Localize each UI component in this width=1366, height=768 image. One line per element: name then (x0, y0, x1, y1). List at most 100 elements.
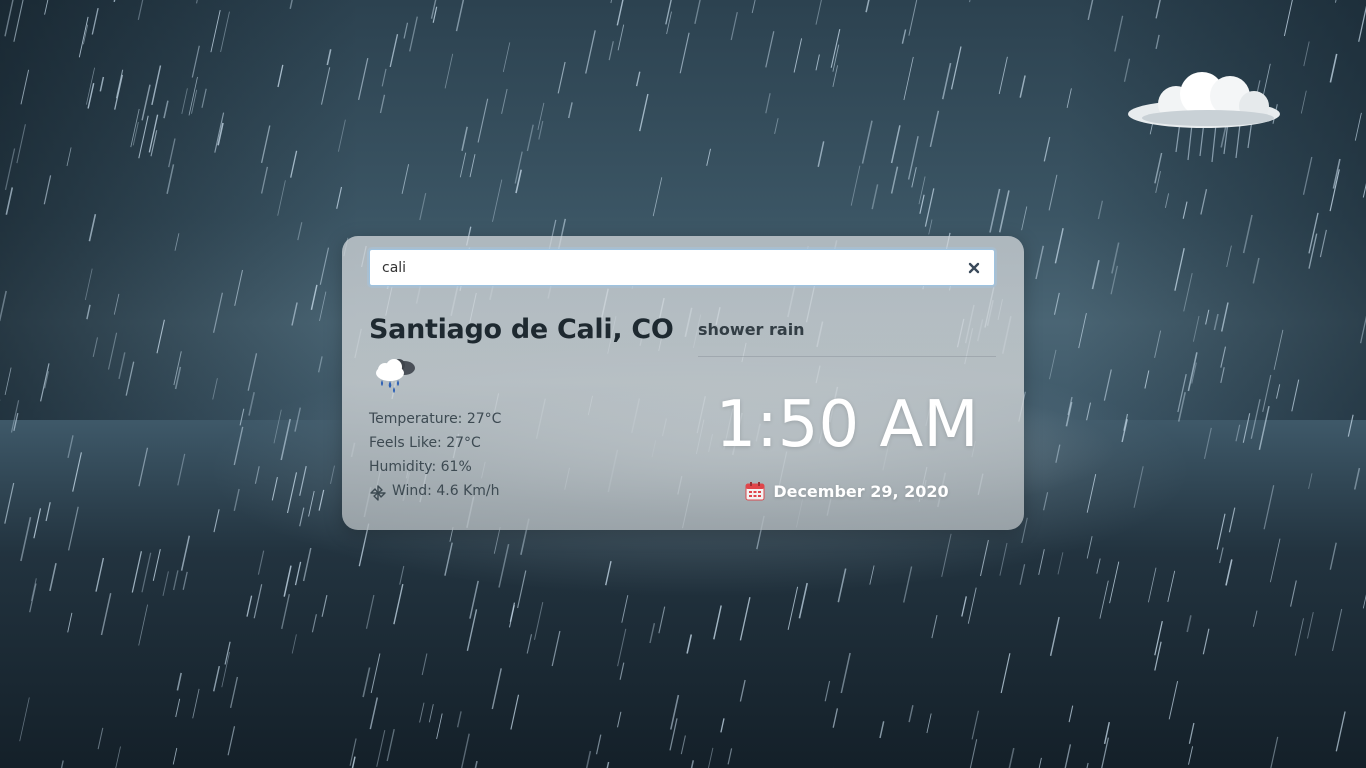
rain-streak (1043, 492, 1049, 511)
rain-streak (163, 100, 169, 119)
rain-streak (1188, 722, 1195, 744)
rain-streak (233, 488, 240, 511)
rain-streak (1219, 547, 1224, 564)
rain-streak (950, 46, 962, 90)
rain-streak (1329, 542, 1337, 570)
rain-streak (1192, 315, 1200, 342)
wind-pinwheel-icon (370, 485, 386, 501)
rain-streak (1103, 369, 1112, 401)
rain-streak (1067, 396, 1073, 416)
rain-streak (840, 652, 851, 694)
rain-streak (679, 32, 690, 74)
rain-streak (113, 0, 116, 3)
rain-streak (469, 154, 476, 178)
rain-streak (141, 552, 152, 593)
rain-streak (107, 332, 118, 370)
rain-streak (815, 54, 820, 71)
rain-streak (0, 290, 7, 322)
rain-streak (509, 605, 515, 628)
rain-streak (168, 138, 176, 168)
rain-streak (132, 121, 139, 146)
rain-streak (20, 69, 30, 105)
weather-app-background: Santiago de Cali, CO Temperature: 27°C F… (0, 0, 1366, 768)
rain-streak (903, 566, 913, 603)
rain-streak (455, 0, 465, 32)
calendar-icon (745, 482, 765, 501)
rain-streak (95, 557, 105, 592)
rain-streak (419, 192, 427, 221)
rain-streak (1216, 513, 1226, 550)
rain-streak (115, 746, 121, 768)
rain-streak (78, 16, 89, 58)
rain-streak (619, 662, 625, 680)
humidity-value: Humidity: 61% (369, 459, 472, 475)
rain-streak (60, 760, 64, 768)
rain-streak (669, 718, 678, 751)
rain-streak (980, 539, 989, 577)
rain-streak (793, 38, 803, 73)
rain-streak (4, 482, 15, 524)
rain-streak (879, 721, 885, 739)
rain-streak (918, 176, 926, 205)
rain-streak (88, 214, 97, 242)
rain-streak (739, 597, 751, 641)
rain-streak (428, 704, 434, 723)
rain-streak (86, 304, 91, 320)
rain-streak (510, 694, 520, 730)
rain-streak (1109, 561, 1120, 604)
rain-streak (291, 302, 298, 326)
rain-streak (156, 319, 165, 354)
rain-streak (670, 694, 680, 730)
rain-streak (969, 739, 978, 768)
rain-streak (1263, 485, 1275, 530)
cloud-rain-icon (376, 359, 415, 393)
rain-streak (967, 587, 977, 624)
rain-streak (1057, 552, 1064, 575)
rain-streak (176, 672, 182, 691)
rain-streak (1054, 228, 1064, 264)
rain-streak (1174, 248, 1185, 291)
rain-streak (260, 125, 271, 164)
rain-streak (1242, 413, 1251, 443)
rain-streak (837, 568, 847, 603)
search-input[interactable] (370, 250, 960, 285)
rain-streak (908, 705, 914, 723)
rain-cloud-icon (1128, 72, 1280, 163)
rain-streak (1258, 405, 1270, 450)
rain-streak (1202, 628, 1210, 655)
rain-streak (832, 44, 840, 72)
rain-streak (1191, 362, 1197, 384)
rain-streak (72, 452, 82, 492)
rain-streak (1225, 559, 1233, 586)
rain-streak (87, 83, 95, 109)
rain-streak (989, 188, 1001, 233)
rain-streak (515, 169, 522, 194)
rain-streak (91, 7, 99, 35)
rain-streak (514, 151, 523, 184)
rain-streak (765, 93, 771, 114)
rain-streak (815, 0, 822, 25)
rain-streak (317, 356, 323, 373)
rain-streak (509, 602, 516, 622)
rain-streak (617, 628, 627, 667)
clear-search-button[interactable] (964, 258, 984, 278)
rain-streak (349, 738, 357, 766)
rain-streak (502, 42, 511, 73)
rain-streak (4, 367, 12, 395)
rain-streak (1242, 214, 1253, 254)
rain-streak (1008, 747, 1015, 768)
rain-streak (297, 222, 303, 241)
background-wall-left (0, 0, 360, 420)
rain-streak (461, 126, 468, 151)
rain-streak (337, 119, 346, 152)
rain-streak (1101, 737, 1110, 768)
rain-streak (1188, 746, 1194, 765)
rain-streak (971, 710, 979, 740)
rain-streak (1147, 567, 1157, 603)
rain-streak (1183, 272, 1193, 312)
rain-streak (1182, 201, 1188, 219)
rain-streak (1291, 379, 1300, 412)
rain-streak (444, 53, 454, 89)
rain-streak (908, 0, 918, 36)
rain-streak (1086, 762, 1089, 768)
